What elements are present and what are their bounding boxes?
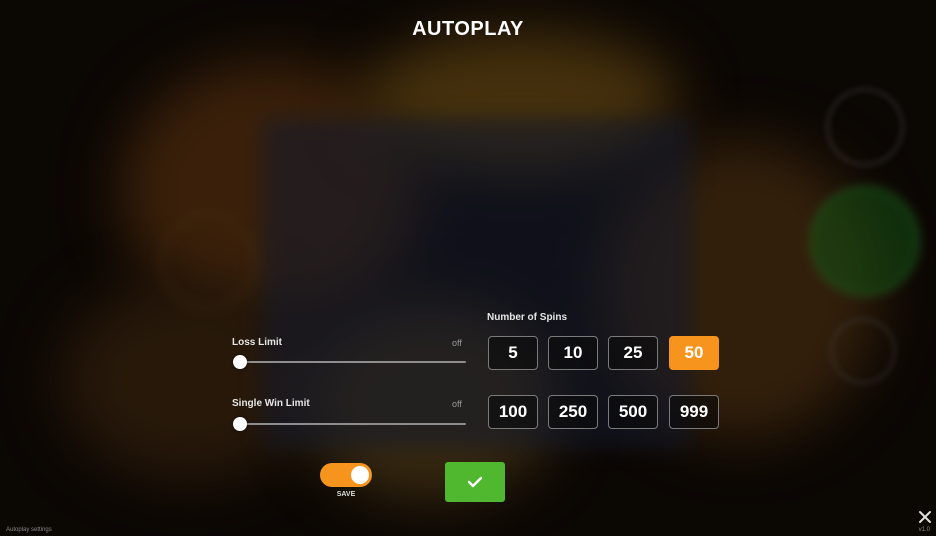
blurred-game-background (0, 0, 936, 536)
spins-option-100[interactable]: 100 (488, 395, 538, 429)
version-text: v1.0 (918, 527, 930, 533)
dim-overlay (0, 0, 936, 536)
single-win-limit-label: Single Win Limit (232, 398, 310, 409)
save-toggle[interactable] (320, 463, 372, 487)
single-win-limit-slider-handle[interactable] (233, 417, 247, 431)
close-button[interactable] (918, 510, 932, 524)
number-of-spins-label: Number of Spins (487, 312, 568, 323)
checkmark-icon (467, 476, 483, 488)
loss-limit-value: off (452, 338, 462, 348)
spins-option-25[interactable]: 25 (608, 336, 658, 370)
spins-option-250[interactable]: 250 (548, 395, 598, 429)
single-win-limit-slider[interactable] (234, 423, 466, 425)
spins-option-5[interactable]: 5 (488, 336, 538, 370)
loss-limit-slider-handle[interactable] (233, 355, 247, 369)
confirm-button[interactable] (445, 462, 505, 502)
spins-option-50[interactable]: 50 (669, 336, 719, 370)
spins-option-999[interactable]: 999 (669, 395, 719, 429)
single-win-limit-value: off (452, 399, 462, 409)
save-toggle-knob (351, 466, 369, 484)
footer-text: Autoplay settings (6, 527, 52, 533)
loss-limit-label: Loss Limit (232, 337, 283, 348)
loss-limit-slider[interactable] (234, 361, 466, 363)
close-icon (919, 511, 931, 523)
save-toggle-label: SAVE (336, 491, 356, 498)
spins-option-10[interactable]: 10 (548, 336, 598, 370)
dialog-title: AUTOPLAY (412, 18, 524, 40)
spins-option-500[interactable]: 500 (608, 395, 658, 429)
